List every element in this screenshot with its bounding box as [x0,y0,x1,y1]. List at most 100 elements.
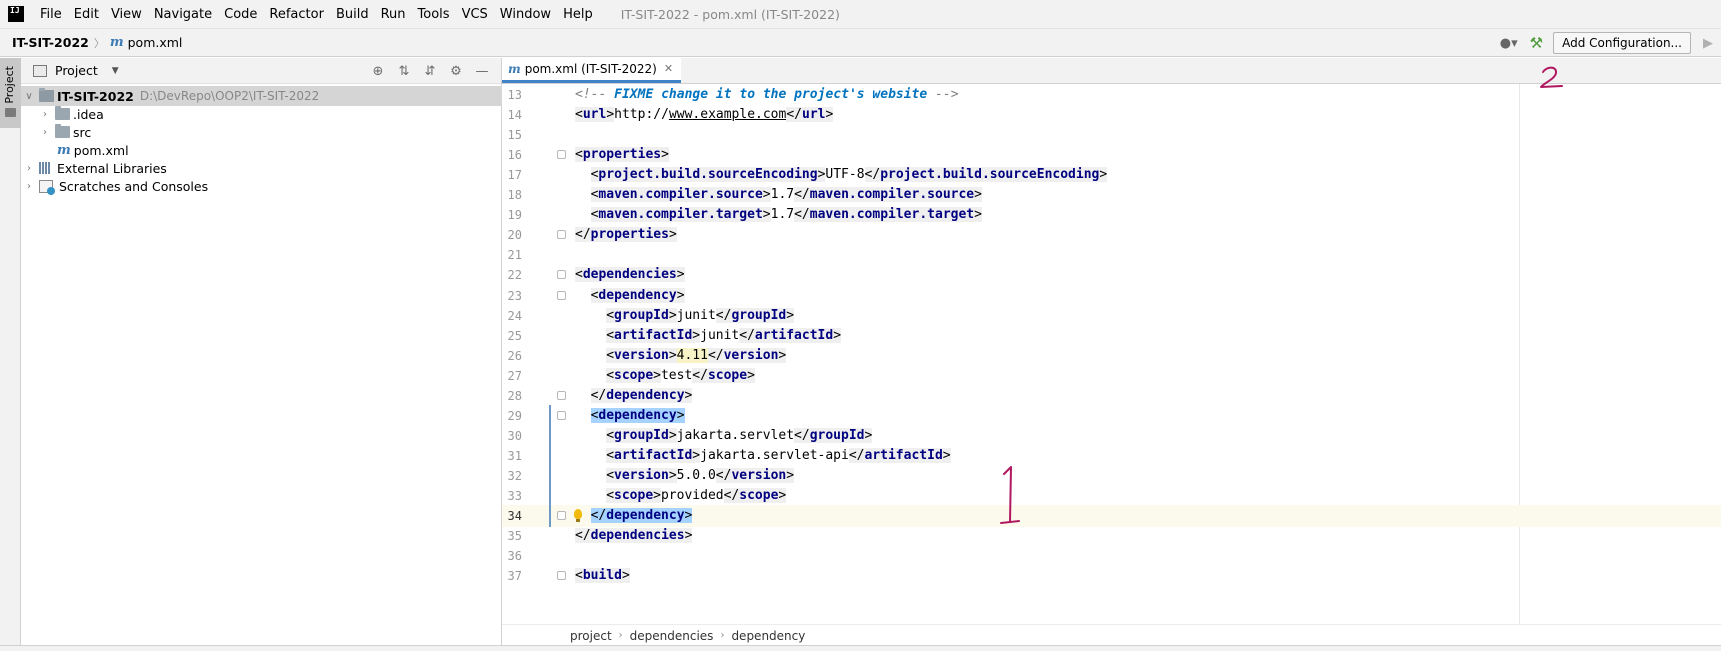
tree-item-external-libraries[interactable]: › External Libraries [21,158,502,178]
menu-build[interactable]: Build [330,0,375,29]
code-editor[interactable]: 13 <!-- FIXME change it to the project's … [502,84,1721,624]
fold-icon[interactable] [557,390,566,400]
tag-bracket: </ [786,107,802,123]
user-dropdown-icon[interactable]: ●▾ [1496,34,1522,52]
chevron-right-icon[interactable]: › [23,163,35,174]
tag-bracket: > [786,307,795,323]
menu-bar: IJ File Edit View Navigate Code Refactor… [0,0,1721,29]
line-number: 20 [507,228,522,243]
xml-close-tag: </groupId> [715,307,795,323]
tree-item-scratches[interactable]: › Scratches and Consoles [21,176,502,196]
code-line[interactable]: 32 <version>5.0.0</version> [502,464,1721,487]
code-text: </dependencies> [575,525,693,547]
code-line[interactable]: 26 <version>4.11</version> [502,345,1721,367]
menu-help[interactable]: Help [557,0,599,29]
tree-item-idea[interactable]: › .idea [21,104,502,124]
menu-run[interactable]: Run [375,0,412,29]
project-tool-tab[interactable]: Project [0,58,21,128]
tag-name: dependencies [582,267,677,283]
tree-item-src[interactable]: › src [21,122,502,142]
code-line[interactable]: 19 <maven.compiler.target>1.7</maven.comp… [502,204,1721,226]
nav-crumb-file[interactable]: pom.xml [128,35,183,50]
xml-open-tag: <groupId> [606,427,677,443]
menu-refactor[interactable]: Refactor [263,0,330,29]
fold-icon[interactable] [557,410,566,420]
line-number: 24 [507,308,522,323]
tab-pom-xml[interactable]: m pom.xml (IT-SIT-2022) ✕ [502,57,682,83]
menu-code[interactable]: Code [218,0,263,29]
code-line[interactable]: 16 <properties> [502,144,1721,166]
code-line[interactable]: 25 <artifactId>junit</artifactId> [502,325,1721,347]
code-line[interactable]: 28 </dependency> [502,385,1721,407]
expand-all-icon[interactable]: ⇅ [391,64,417,79]
xml-open-tag: <properties> [575,147,669,163]
fold-icon[interactable] [557,511,566,521]
collapse-all-icon[interactable]: ⇵ [417,64,443,79]
tag-name: maven.compiler.target [809,207,975,223]
code-line[interactable]: 22 <dependencies> [502,264,1721,286]
menu-file[interactable]: File [34,0,68,29]
project-panel-title[interactable]: Project [55,63,98,78]
handwritten-annotation-1 [1000,466,1020,524]
close-icon[interactable]: ✕ [664,62,673,75]
locate-target-icon[interactable]: ⊕ [365,64,391,79]
code-line[interactable]: 21 [502,244,1721,266]
breadcrumb-dependencies[interactable]: dependencies [630,629,714,643]
menu-vcs[interactable]: VCS [456,0,494,29]
add-configuration-button[interactable]: Add Configuration... [1553,32,1691,54]
tag-bracket: > [668,427,677,443]
code-line[interactable]: 24 <groupId>junit</groupId> [502,305,1721,327]
tag-bracket: > [692,447,701,463]
code-text: </dependency> [590,505,693,527]
tree-item-pom[interactable]: m pom.xml [21,140,502,160]
chevron-right-icon[interactable]: › [23,181,35,192]
code-line[interactable]: 31 <artifactId>jakarta.servlet-api</artif… [502,444,1721,467]
code-line[interactable]: 34 </dependency> [502,505,1721,528]
chevron-down-icon[interactable]: ▼ [112,66,119,76]
code-line[interactable]: 33 <scope>provided</scope> [502,485,1721,507]
chevron-down-icon[interactable]: ∨ [23,91,35,102]
code-line[interactable]: 20 </properties> [502,224,1721,246]
code-line[interactable]: 15 [502,124,1721,146]
menu-tools[interactable]: Tools [412,0,456,29]
tag-bracket: > [692,327,701,343]
minimize-icon[interactable]: — [469,64,495,79]
nav-crumb-project[interactable]: IT-SIT-2022 [12,35,89,50]
menu-window[interactable]: Window [494,0,557,29]
line-number: 36 [507,549,522,564]
code-line[interactable]: 29 <dependency> [502,404,1721,427]
breadcrumb-dependency[interactable]: dependency [731,629,805,643]
fold-icon[interactable] [557,270,566,280]
tree-item-project-root[interactable]: ∨ IT-SIT-2022 D:\DevRepo\OOP2\IT-SIT-202… [21,86,502,106]
code-line[interactable]: 36 [502,545,1721,567]
code-line[interactable]: 37 <build> [502,565,1721,587]
code-line[interactable]: 14 <url>http://www.example.com</url> [502,104,1721,126]
code-line[interactable]: 17 <project.build.sourceEncoding>UTF-8</p… [502,164,1721,186]
fold-icon[interactable] [557,571,566,581]
code-line[interactable]: 35 </dependencies> [502,525,1721,547]
tag-bracket: </ [590,508,607,524]
xml-close-tag: </properties> [575,227,677,243]
code-line[interactable]: 27 <scope>test</scope> [502,365,1721,387]
tag-name: dependency [606,508,685,524]
menu-navigate[interactable]: Navigate [148,0,218,29]
fold-icon[interactable] [557,230,566,240]
fold-icon[interactable] [557,290,566,300]
menu-edit[interactable]: Edit [68,0,105,29]
code-line[interactable]: 23 <dependency> [502,285,1721,307]
chevron-right-icon[interactable]: › [39,127,51,138]
lightbulb-icon[interactable] [574,509,582,523]
code-line[interactable]: 18 <maven.compiler.source>1.7</maven.comp… [502,184,1721,206]
maven-file-icon: m [109,35,124,50]
chevron-right-icon[interactable]: › [39,109,51,120]
run-icon[interactable]: ▶ [1703,36,1713,51]
code-line[interactable]: 30 <groupId>jakarta.servlet</groupId> [502,424,1721,447]
tag-bracket: > [684,508,693,524]
xml-close-tag: </artifactId> [848,447,951,463]
breadcrumb-project[interactable]: project [570,629,612,643]
build-hammer-icon[interactable]: ⚒ [1530,34,1543,52]
fold-icon[interactable] [557,150,566,160]
menu-view[interactable]: View [105,0,148,29]
gear-icon[interactable]: ⚙ [443,64,469,79]
url-link: www.example.com [668,107,787,123]
